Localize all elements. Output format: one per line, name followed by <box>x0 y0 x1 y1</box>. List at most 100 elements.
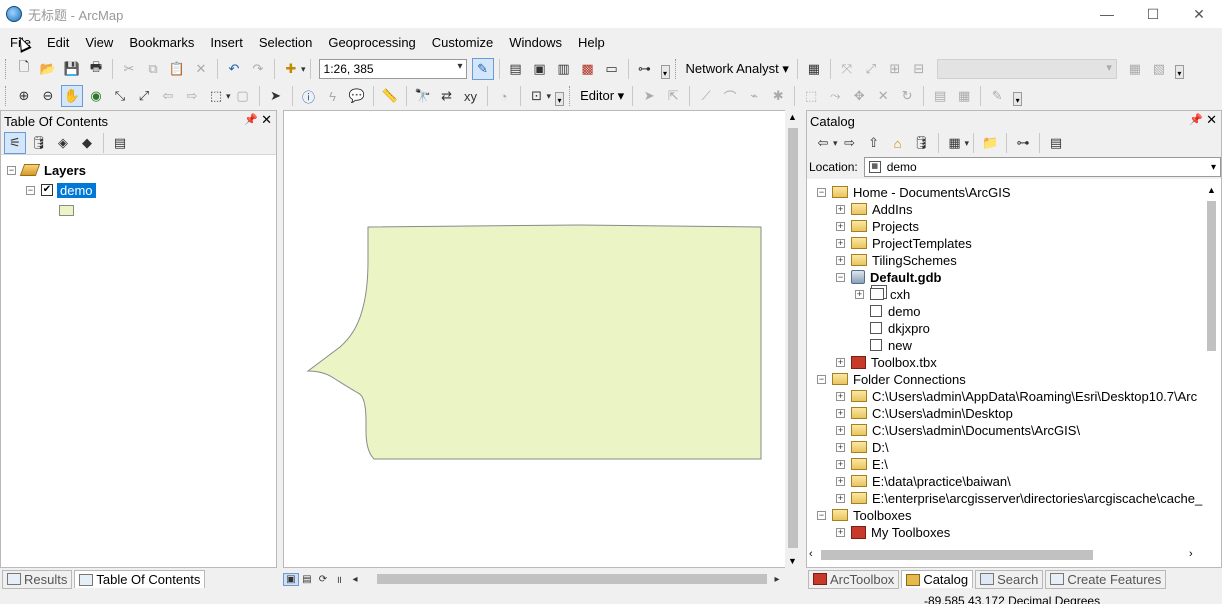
straight-segment-icon[interactable]: ⟋ <box>695 85 717 107</box>
editor-dropdown[interactable]: Editor ▾ <box>576 88 628 104</box>
list-by-source-icon[interactable]: 🛢 <box>28 132 50 154</box>
menu-insert[interactable]: Insert <box>202 35 251 50</box>
expand-icon[interactable]: + <box>836 391 845 401</box>
horizontal-scrollbar-thumb[interactable] <box>377 574 767 584</box>
expand-icon[interactable]: + <box>836 442 845 452</box>
identify-icon[interactable]: ⓘ <box>298 85 320 107</box>
menu-customize[interactable]: Customize <box>424 35 501 50</box>
go-to-xy-icon[interactable]: xy <box>460 85 482 107</box>
catalog-vertical-scrollbar[interactable]: ▲ <box>1205 185 1219 545</box>
catalog-tree-item[interactable]: + E:\data\practice\baiwan\ <box>836 472 1011 490</box>
catalog-tree-item[interactable]: + Toolbox.tbx <box>836 353 937 371</box>
catalog-tree-item[interactable]: + E:\ <box>836 455 888 473</box>
menu-bookmarks[interactable]: Bookmarks <box>121 35 202 50</box>
catalog-tree-item[interactable]: + C:\Users\admin\AppData\Roaming\Esri\Des… <box>836 387 1197 405</box>
create-features-icon[interactable]: ✎ <box>986 85 1008 107</box>
layer-visibility-checkbox[interactable]: ✔ <box>41 184 53 196</box>
pause-drawing-icon[interactable]: ॥ <box>331 572 347 586</box>
open-folder-icon[interactable]: 📂 <box>37 58 59 80</box>
network-analyst-dropdown[interactable]: Network Analyst ▾ <box>682 61 793 77</box>
scrollbar-thumb[interactable] <box>1207 201 1216 351</box>
location-input[interactable]: ▦ demo ▾ <box>863 157 1221 177</box>
tab-results[interactable]: Results <box>2 569 73 589</box>
list-by-selection-icon[interactable]: ◆ <box>76 132 98 154</box>
catalog-tree-item[interactable]: dkjxpro <box>855 319 930 337</box>
expand-icon[interactable]: + <box>836 459 845 469</box>
tab-table-of-contents[interactable]: Table Of Contents <box>74 570 206 588</box>
scroll-up-icon[interactable]: ▲ <box>788 112 797 122</box>
scrollbar-thumb[interactable] <box>821 550 1093 560</box>
refresh-icon[interactable]: ⟳ <box>315 574 331 585</box>
catalog-tree-item[interactable]: + D:\ <box>836 438 889 456</box>
layer-row-demo[interactable]: − ✔ demo <box>26 181 96 199</box>
measure-icon[interactable]: 📏 <box>379 85 401 107</box>
expand-icon[interactable]: + <box>836 527 845 537</box>
toolbar-overflow-icon[interactable]: ▾ <box>1013 92 1023 106</box>
reshape-icon[interactable]: ⤳ <box>824 85 846 107</box>
edit-tool-icon[interactable]: ➤ <box>638 85 660 107</box>
select-features-icon[interactable]: ⬚ <box>205 85 227 107</box>
menu-view[interactable]: View <box>77 35 121 50</box>
layer-symbol-row[interactable] <box>59 201 74 219</box>
back-extent-icon[interactable]: ⇦ <box>157 85 179 107</box>
clear-selection-icon[interactable]: ▢ <box>232 85 254 107</box>
catalog-tree-item[interactable]: + ProjectTemplates <box>836 234 972 252</box>
toolbar-grip[interactable] <box>569 86 573 106</box>
menu-selection[interactable]: Selection <box>251 35 320 50</box>
expand-icon[interactable]: + <box>836 204 845 214</box>
endpoint-arc-icon[interactable]: ⌒ <box>719 85 741 107</box>
catalog-tree-item[interactable]: demo <box>855 302 921 320</box>
html-popup-icon[interactable]: 💬 <box>346 85 368 107</box>
map-scale-combo[interactable]: 1:26, 385 ▾ <box>318 59 467 79</box>
toolbar-grip[interactable] <box>674 59 679 79</box>
catalog-tree-item[interactable]: + E:\enterprise\arcgisserver\directories\… <box>836 489 1202 507</box>
chevron-down-icon[interactable]: ▾ <box>301 64 306 75</box>
scroll-right-icon[interactable]: › <box>1189 548 1193 560</box>
expand-icon[interactable]: + <box>855 289 864 299</box>
select-elements-icon[interactable]: ➤ <box>265 85 287 107</box>
catalog-tree-item[interactable]: + C:\Users\admin\Desktop <box>836 404 1013 422</box>
menu-edit[interactable]: Edit <box>39 35 77 50</box>
rotate-icon[interactable]: ↻ <box>896 85 918 107</box>
model-builder-icon[interactable]: ⊶ <box>634 58 656 80</box>
catalog-tree-item[interactable]: + cxh <box>855 285 910 303</box>
toolbar-overflow-icon[interactable]: ▾ <box>660 65 670 79</box>
redo-icon[interactable]: ↷ <box>247 58 269 80</box>
scroll-right-icon[interactable]: ▸ <box>769 574 785 585</box>
layer-name[interactable]: demo <box>57 182 96 198</box>
collapse-icon[interactable]: − <box>26 185 35 195</box>
hyperlink-icon[interactable]: ϟ <box>322 85 344 107</box>
zoom-in-icon[interactable]: ⊕ <box>13 85 35 107</box>
forward-extent-icon[interactable]: ⇨ <box>181 85 203 107</box>
scroll-down-icon[interactable]: ▼ <box>788 556 797 566</box>
default-gdb-icon[interactable]: 🛢 <box>911 132 933 154</box>
scroll-up-icon[interactable]: ▲ <box>1207 185 1216 195</box>
data-view-icon[interactable]: ▣ <box>283 572 299 586</box>
tab-catalog[interactable]: Catalog <box>901 570 974 588</box>
save-icon[interactable]: 💾 <box>61 58 83 80</box>
toc-options-icon[interactable]: ▤ <box>109 132 131 154</box>
pan-icon[interactable]: ✋ <box>61 85 83 107</box>
chevron-down-icon[interactable]: ▾ <box>547 91 552 102</box>
point-icon[interactable]: ✱ <box>767 85 789 107</box>
catalog-tree-item[interactable]: new <box>855 336 912 354</box>
up-one-level-icon[interactable]: ⇧ <box>863 132 885 154</box>
scrollbar-thumb[interactable] <box>788 128 798 548</box>
back-icon[interactable]: ⇦ <box>812 132 834 154</box>
catalog-tree-item[interactable]: + Projects <box>836 217 919 235</box>
maximize-icon[interactable]: ☐ <box>1130 0 1176 28</box>
list-by-drawing-order-icon[interactable]: ⚟ <box>4 131 26 154</box>
catalog-window-icon[interactable]: ▣ <box>529 58 551 80</box>
solve-icon[interactable]: ⊞ <box>884 58 906 80</box>
search-window-icon[interactable]: ▥ <box>553 58 575 80</box>
catalog-tree-item[interactable]: − Toolboxes <box>817 506 912 524</box>
tab-create-features[interactable]: Create Features <box>1045 569 1167 589</box>
find-route-icon[interactable]: ⇄ <box>436 85 458 107</box>
catalog-tree-item[interactable]: − Folder Connections <box>817 370 966 388</box>
minimize-icon[interactable]: — <box>1084 0 1130 28</box>
expand-icon[interactable]: + <box>836 476 845 486</box>
menu-help[interactable]: Help <box>570 35 613 50</box>
catalog-tree-item[interactable]: + My Toolboxes <box>836 523 950 541</box>
add-data-icon[interactable]: ✚ <box>280 58 302 80</box>
layers-row[interactable]: − Layers <box>7 161 86 179</box>
